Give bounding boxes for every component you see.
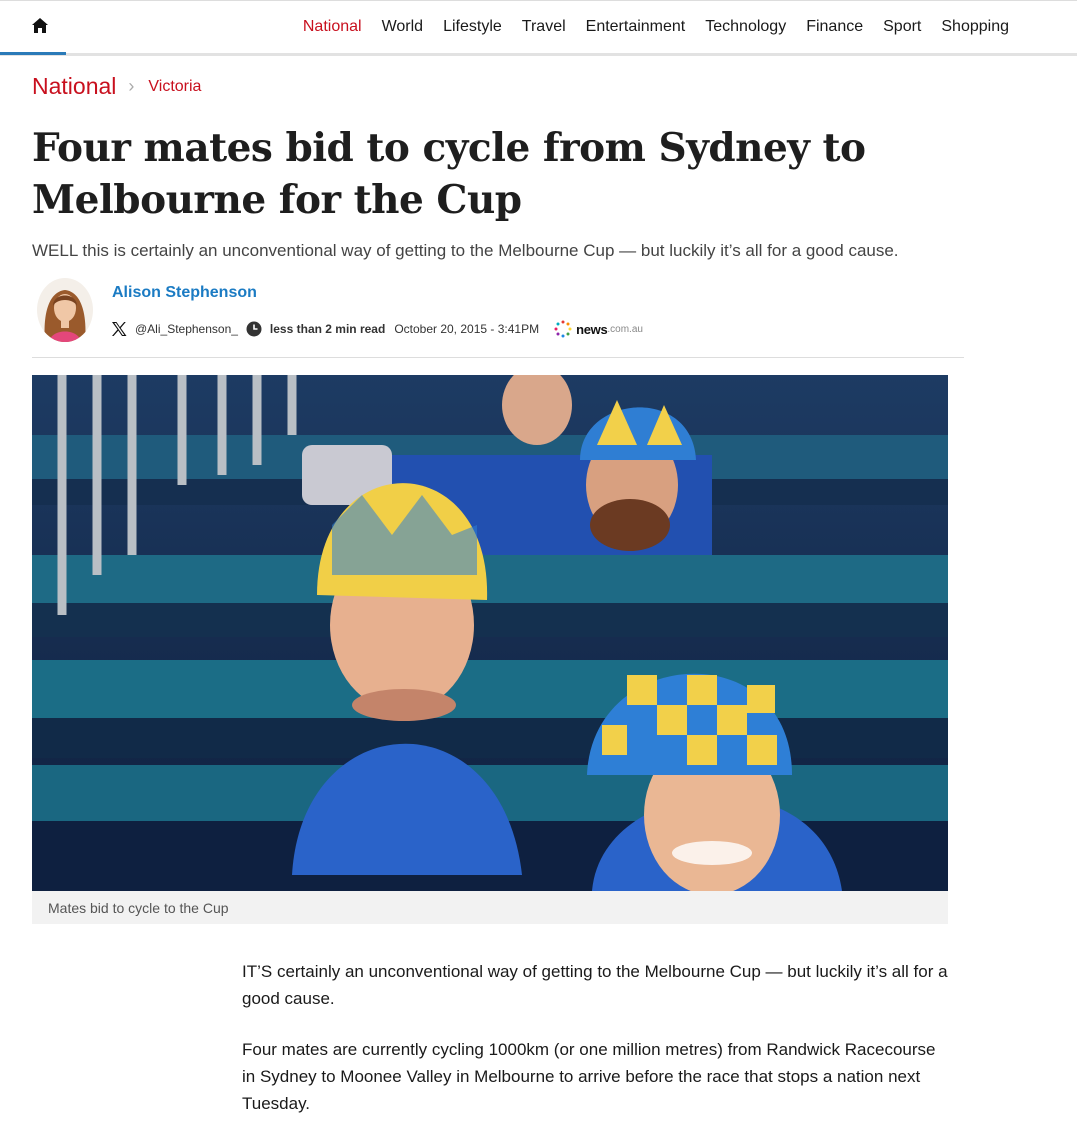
nav-item-shopping[interactable]: Shopping — [941, 18, 1009, 36]
publisher-name: news — [576, 321, 608, 337]
nav-item-travel[interactable]: Travel — [522, 18, 566, 36]
image-caption: Mates bid to cycle to the Cup — [32, 891, 948, 924]
nav-item-world[interactable]: World — [382, 18, 424, 36]
breadcrumb-section[interactable]: National — [32, 73, 116, 100]
home-active-indicator — [0, 52, 66, 55]
chevron-right-icon: › — [128, 76, 135, 96]
nav-item-finance[interactable]: Finance — [806, 18, 863, 36]
nav-menu: National World Lifestyle Travel Entertai… — [283, 18, 1009, 36]
article-meta: @Ali_Stephenson_ less than 2 min read Oc… — [110, 320, 643, 338]
article-body: IT’S certainly an unconventional way of … — [242, 958, 952, 1124]
hero-image[interactable] — [32, 375, 948, 891]
author-avatar[interactable] — [37, 278, 93, 342]
nav-item-lifestyle[interactable]: Lifestyle — [443, 18, 502, 36]
x-logo-icon[interactable] — [110, 320, 128, 338]
nav-item-sport[interactable]: Sport — [883, 18, 921, 36]
article-paragraph: IT’S certainly an unconventional way of … — [242, 962, 948, 1008]
newscomau-dots-icon — [554, 320, 572, 338]
newscomau-logo[interactable]: news .com.au — [554, 320, 643, 338]
nav-item-technology[interactable]: Technology — [705, 18, 786, 36]
author-handle[interactable]: @Ali_Stephenson_ — [135, 322, 238, 336]
author-name-link[interactable]: Alison Stephenson — [112, 284, 257, 302]
publisher-domain: .com.au — [607, 323, 643, 335]
article-headline: Four mates bid to cycle from Sydney to M… — [32, 125, 866, 223]
breadcrumb-subsection[interactable]: Victoria — [148, 78, 201, 96]
article-standfirst: WELL this is certainly an unconventional… — [32, 241, 899, 260]
nav-item-national[interactable]: National — [303, 18, 362, 36]
read-time: less than 2 min read — [269, 322, 386, 336]
breadcrumb: National › Victoria — [32, 73, 201, 100]
article-paragraph: Four mates are currently cycling 1000km … — [242, 1040, 936, 1113]
publish-timestamp: October 20, 2015 - 3:41PM — [394, 322, 540, 336]
clock-icon — [246, 321, 262, 337]
top-nav: National World Lifestyle Travel Entertai… — [0, 0, 1077, 56]
nav-item-entertainment[interactable]: Entertainment — [586, 18, 686, 36]
home-icon[interactable] — [29, 15, 51, 37]
author-divider — [32, 357, 964, 358]
